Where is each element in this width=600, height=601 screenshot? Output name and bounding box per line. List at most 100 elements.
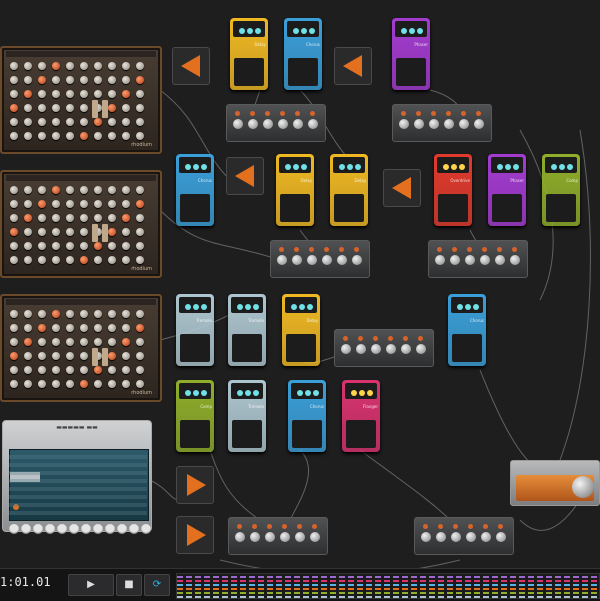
amp-module[interactable] bbox=[510, 460, 600, 506]
rack-knob[interactable] bbox=[293, 119, 303, 129]
synth-knob[interactable] bbox=[10, 324, 18, 332]
synth-knob[interactable] bbox=[136, 118, 144, 126]
pedal-knob-panel[interactable] bbox=[287, 21, 319, 37]
rack-jack[interactable] bbox=[235, 111, 240, 116]
rack-jack[interactable] bbox=[280, 111, 285, 116]
synth-slider[interactable] bbox=[92, 224, 98, 242]
synth-knob[interactable] bbox=[24, 256, 32, 264]
pedal-knob[interactable] bbox=[301, 164, 307, 170]
sequencer-step-button[interactable] bbox=[105, 524, 115, 534]
synth-knob[interactable] bbox=[136, 324, 144, 332]
synth-knob[interactable] bbox=[80, 104, 88, 112]
rack-knob[interactable] bbox=[450, 255, 460, 265]
rack-jack[interactable] bbox=[438, 524, 443, 529]
rack-jack[interactable] bbox=[312, 524, 317, 529]
sequencer-step-button[interactable] bbox=[69, 524, 79, 534]
pedal-knob[interactable] bbox=[237, 390, 243, 396]
arrangement-timeline[interactable] bbox=[176, 573, 600, 599]
synth-knob[interactable] bbox=[66, 132, 74, 140]
rack-jack[interactable] bbox=[343, 336, 348, 341]
pedal-knob[interactable] bbox=[247, 28, 253, 34]
synth-knob[interactable] bbox=[24, 104, 32, 112]
rack-jack[interactable] bbox=[467, 247, 472, 252]
pedal-knob[interactable] bbox=[559, 164, 565, 170]
synth-knob[interactable] bbox=[10, 352, 18, 360]
rack-jack[interactable] bbox=[294, 247, 299, 252]
synth-knob[interactable] bbox=[52, 242, 60, 250]
rack-jack[interactable] bbox=[468, 524, 473, 529]
synth-knob[interactable] bbox=[80, 200, 88, 208]
synth-knob[interactable] bbox=[122, 228, 130, 236]
pedal-knob-panel[interactable] bbox=[179, 383, 211, 399]
synth-knob[interactable] bbox=[24, 132, 32, 140]
rack-jack[interactable] bbox=[437, 247, 442, 252]
pedal-knob[interactable] bbox=[497, 164, 503, 170]
synth-knob[interactable] bbox=[94, 310, 102, 318]
rack-knob[interactable] bbox=[465, 255, 475, 265]
rack-unit-4[interactable] bbox=[428, 240, 528, 278]
synth-knob[interactable] bbox=[10, 338, 18, 346]
effect-pedal-blue[interactable]: Chorus bbox=[284, 18, 322, 90]
synth-knob[interactable] bbox=[10, 310, 18, 318]
rack-knob[interactable] bbox=[337, 255, 347, 265]
step-sequencer[interactable]: ▬▬▬▬▬ ▬▬ bbox=[2, 420, 152, 534]
synth-knob[interactable] bbox=[94, 62, 102, 70]
pedal-knob[interactable] bbox=[245, 390, 251, 396]
synth-knob[interactable] bbox=[108, 186, 116, 194]
synth-knob[interactable] bbox=[38, 76, 46, 84]
timeline-track[interactable] bbox=[177, 588, 599, 590]
sequencer-step-button[interactable] bbox=[141, 524, 151, 534]
rack-knob[interactable] bbox=[235, 532, 245, 542]
rack-jack[interactable] bbox=[237, 524, 242, 529]
synth-knob[interactable] bbox=[52, 200, 60, 208]
pedal-footswitch[interactable] bbox=[180, 420, 210, 448]
synth-knob[interactable] bbox=[136, 256, 144, 264]
synth-knob[interactable] bbox=[108, 104, 116, 112]
rack-knob[interactable] bbox=[277, 255, 287, 265]
pedal-footswitch[interactable] bbox=[492, 194, 522, 222]
rack-knob[interactable] bbox=[248, 119, 258, 129]
pedal-knob[interactable] bbox=[465, 304, 471, 310]
pedal-knob[interactable] bbox=[297, 390, 303, 396]
synth-knob[interactable] bbox=[122, 324, 130, 332]
synth-knob[interactable] bbox=[94, 256, 102, 264]
rack-jack[interactable] bbox=[497, 247, 502, 252]
synth-knob[interactable] bbox=[52, 380, 60, 388]
synth-knob[interactable] bbox=[80, 352, 88, 360]
pedal-knob[interactable] bbox=[551, 164, 557, 170]
sequencer-step-button[interactable] bbox=[81, 524, 91, 534]
loop-button[interactable]: ⟳ bbox=[144, 574, 170, 596]
rack-jack[interactable] bbox=[388, 336, 393, 341]
synth-knob[interactable] bbox=[94, 76, 102, 84]
synth-module-3[interactable]: rhodium bbox=[0, 294, 162, 402]
rack-knob[interactable] bbox=[414, 119, 424, 129]
rack-jack[interactable] bbox=[418, 336, 423, 341]
rack-knob[interactable] bbox=[386, 344, 396, 354]
pedal-footswitch[interactable] bbox=[286, 334, 316, 362]
synth-knob[interactable] bbox=[10, 118, 18, 126]
pedal-knob-panel[interactable] bbox=[395, 21, 427, 37]
rack-knob[interactable] bbox=[322, 255, 332, 265]
pedal-knob-panel[interactable] bbox=[179, 297, 211, 313]
synth-knob[interactable] bbox=[122, 256, 130, 264]
rack-knob[interactable] bbox=[401, 344, 411, 354]
synth-knob[interactable] bbox=[24, 76, 32, 84]
synth-knob[interactable] bbox=[24, 186, 32, 194]
synth-knob[interactable] bbox=[122, 214, 130, 222]
synth-knob[interactable] bbox=[108, 242, 116, 250]
synth-knob[interactable] bbox=[52, 324, 60, 332]
effect-pedal-blue[interactable]: Chorus bbox=[288, 380, 326, 452]
synth-knob[interactable] bbox=[80, 310, 88, 318]
synth-knob[interactable] bbox=[66, 256, 74, 264]
rack-jack[interactable] bbox=[401, 111, 406, 116]
rack-jack[interactable] bbox=[339, 247, 344, 252]
synth-knob[interactable] bbox=[94, 90, 102, 98]
pedal-knob[interactable] bbox=[185, 390, 191, 396]
synth-knob[interactable] bbox=[80, 228, 88, 236]
rack-jack[interactable] bbox=[250, 111, 255, 116]
synth-knob[interactable] bbox=[24, 324, 32, 332]
synth-knob[interactable] bbox=[66, 214, 74, 222]
rack-jack[interactable] bbox=[482, 247, 487, 252]
synth-knob[interactable] bbox=[122, 200, 130, 208]
synth-knob[interactable] bbox=[10, 256, 18, 264]
